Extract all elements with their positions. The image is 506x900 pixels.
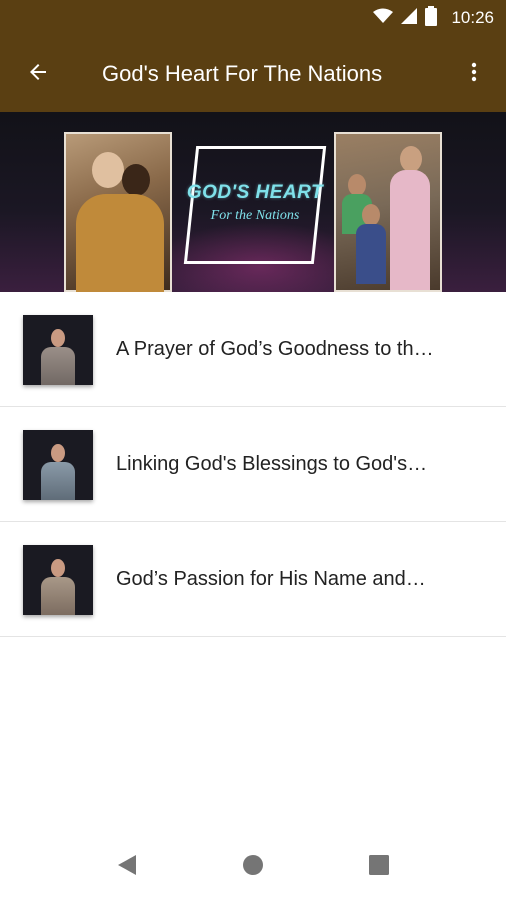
sermon-list: A Prayer of God’s Goodness to th… Linkin… <box>0 292 506 637</box>
arrow-back-icon <box>26 60 50 89</box>
nav-home-button[interactable] <box>238 852 268 882</box>
person-head <box>362 204 380 226</box>
nav-recents-button[interactable] <box>364 852 394 882</box>
speaker-head <box>51 444 65 462</box>
page-title: God's Heart For The Nations <box>102 61 383 86</box>
banner-subtitle: For the Nations <box>210 208 300 223</box>
status-bar: 10:26 <box>0 0 506 36</box>
speaker-body <box>41 347 75 385</box>
series-banner: GOD'S HEART For the Nations <box>0 112 506 292</box>
person-body <box>390 170 430 290</box>
banner-photo-right <box>334 132 442 292</box>
battery-icon <box>425 5 438 31</box>
sermon-thumbnail <box>23 545 93 615</box>
more-vert-icon <box>462 60 486 89</box>
speaker-body <box>41 462 75 500</box>
wifi-icon <box>373 8 394 29</box>
speaker-head <box>51 329 65 347</box>
app-bar: God's Heart For The Nations <box>0 36 506 112</box>
sermon-title: Linking God's Blessings to God's… <box>116 453 428 475</box>
person-head <box>400 146 422 172</box>
recents-square-icon <box>368 854 390 881</box>
back-button[interactable] <box>20 56 56 92</box>
status-icons: 10:26 <box>373 0 494 36</box>
person-head <box>348 174 366 196</box>
back-triangle-icon <box>116 853 138 882</box>
sermon-thumbnail <box>23 315 93 385</box>
list-item[interactable]: A Prayer of God’s Goodness to th… <box>0 292 506 407</box>
sermon-title: God’s Passion for His Name and… <box>116 568 426 590</box>
speaker-head <box>51 559 65 577</box>
status-time: 10:26 <box>451 8 494 27</box>
sermon-title: A Prayer of God’s Goodness to th… <box>116 338 434 360</box>
system-nav-bar <box>0 834 506 900</box>
list-item[interactable]: God’s Passion for His Name and… <box>0 522 506 637</box>
sermon-thumbnail <box>23 430 93 500</box>
person-head <box>122 164 150 196</box>
person-body <box>356 224 386 284</box>
banner-photo-left <box>64 132 172 292</box>
speaker-body <box>41 577 75 615</box>
nav-back-button[interactable] <box>112 852 142 882</box>
banner-title-frame <box>183 146 327 264</box>
more-options-button[interactable] <box>456 56 492 92</box>
person-head <box>92 152 124 188</box>
list-item[interactable]: Linking God's Blessings to God's… <box>0 407 506 522</box>
cell-signal-icon <box>401 7 418 29</box>
banner-title: GOD'S HEART <box>186 182 324 203</box>
home-circle-icon <box>241 853 265 882</box>
person-body <box>76 194 164 292</box>
